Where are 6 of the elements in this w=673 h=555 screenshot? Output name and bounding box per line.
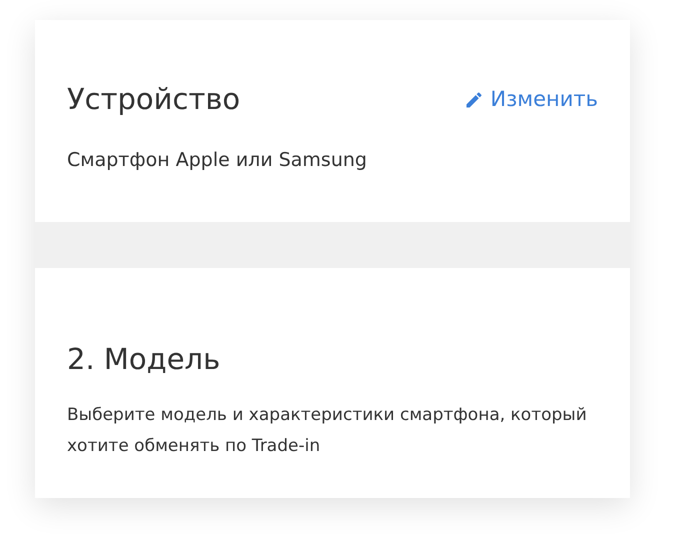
section-title: 2. Модель (67, 341, 222, 378)
section-description: Выберите модель и характеристики смартфона, который хотите обменять по Trade-in (67, 404, 588, 458)
device-value: Смартфон Apple или Samsung (67, 148, 368, 172)
section-title: Устройство (67, 81, 240, 118)
edit-link[interactable]: Изменить (464, 84, 598, 116)
pencil-icon (464, 90, 484, 110)
